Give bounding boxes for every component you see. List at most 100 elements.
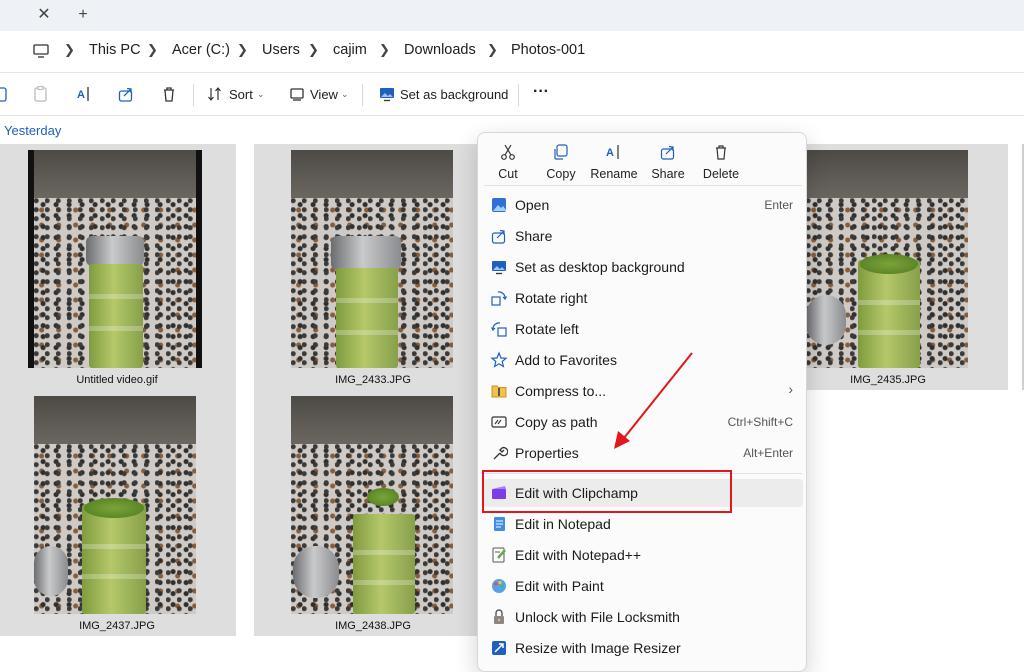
file-tile[interactable]: Untitled video.gif (0, 144, 236, 390)
chevron-down-icon: ⌄ (257, 89, 265, 99)
menu-separator (484, 185, 802, 186)
sort-button[interactable]: Sort (229, 87, 253, 102)
group-header[interactable]: Yesterday (4, 123, 61, 138)
menu-item-unlock-with-file-locksmith[interactable]: Unlock with File Locksmith (483, 603, 803, 631)
menu-item-share[interactable]: Share (483, 222, 803, 250)
rotate-left-icon (490, 320, 508, 338)
address-bar[interactable]: ❯ This PC ❯ Acer (C:) ❯ Users ❯ cajim ❯ … (0, 31, 1024, 73)
shortcut-text: Alt+Enter (743, 446, 793, 460)
file-name: Untitled video.gif (76, 374, 158, 386)
menu-label: Rotate left (515, 321, 579, 337)
breadcrumb-user[interactable]: cajim (333, 42, 367, 58)
view-button[interactable]: View (310, 87, 338, 102)
chevron-right-icon: ❯ (64, 42, 75, 57)
menu-label: Open (515, 197, 550, 213)
share-icon[interactable] (115, 83, 137, 105)
paste-icon[interactable] (30, 83, 52, 105)
thumbnail-image (28, 150, 202, 368)
close-tab-icon[interactable]: ✕ (32, 4, 56, 26)
menu-label: Share (515, 228, 553, 244)
svg-text:A: A (606, 147, 614, 159)
menu-item-edit-in-notepad[interactable]: Edit in Notepad (483, 510, 803, 538)
delete-button[interactable]: Delete (693, 141, 749, 185)
scissors-icon (499, 143, 517, 161)
menu-item-edit-with-notepad-plus-plus[interactable]: Edit with Notepad++ (483, 541, 803, 569)
desktop-image-icon (490, 258, 508, 276)
chevron-right-icon: ❯ (308, 42, 319, 57)
menu-item-edit-with-paint[interactable]: Edit with Paint (483, 572, 803, 600)
chevron-down-icon: ⌄ (341, 89, 349, 99)
rename-icon: A (605, 143, 623, 161)
monitor-icon[interactable] (32, 42, 50, 65)
menu-label: Resize with Image Resizer (515, 640, 681, 656)
sort-icon[interactable] (204, 83, 226, 105)
view-icon[interactable] (286, 83, 308, 105)
breadcrumb-this-pc[interactable]: This PC (89, 42, 141, 58)
menu-label: Edit with Notepad++ (515, 547, 642, 563)
menu-label: Copy as path (515, 414, 598, 430)
menu-label: Unlock with File Locksmith (515, 609, 680, 625)
cut-label: Cut (498, 167, 518, 181)
menu-item-rotate-right[interactable]: Rotate right (483, 284, 803, 312)
zip-folder-icon (490, 382, 508, 400)
resize-icon (490, 639, 508, 657)
cut-button[interactable]: Cut (480, 141, 536, 185)
menu-label: Edit with Paint (515, 578, 604, 594)
annotation-highlight-box (482, 470, 732, 513)
file-tile[interactable]: IMG_2437.JPG (0, 390, 236, 636)
breadcrumb-users[interactable]: Users (262, 42, 300, 58)
toolbar-divider (193, 84, 194, 106)
breadcrumb-drive[interactable]: Acer (C:) (172, 42, 230, 58)
submenu-chevron-icon: › (788, 381, 793, 397)
menu-item-open[interactable]: Open Enter (483, 191, 803, 219)
trash-icon[interactable] (158, 83, 180, 105)
set-background-icon[interactable] (376, 83, 398, 105)
cut-icon[interactable] (0, 83, 12, 105)
chevron-right-icon: ❯ (379, 42, 390, 57)
breadcrumb-current[interactable]: Photos-001 (511, 42, 585, 58)
menu-label: Compress to... (515, 383, 607, 399)
file-name: IMG_2433.JPG (335, 374, 411, 386)
toolbar-divider (518, 84, 519, 106)
rotate-right-icon (490, 289, 508, 307)
menu-item-set-desktop-background[interactable]: Set as desktop background (483, 253, 803, 281)
share-icon (490, 227, 508, 245)
file-tile[interactable]: IMG_2433.JPG (254, 144, 492, 390)
rename-icon[interactable]: A (73, 83, 95, 105)
chevron-right-icon: ❯ (237, 42, 248, 57)
shortcut-text: Enter (764, 198, 793, 212)
notepad-icon (490, 515, 508, 533)
menu-item-resize-with-image-resizer[interactable]: Resize with Image Resizer (483, 634, 803, 662)
thumbnail-image (806, 150, 968, 368)
paint-icon (490, 577, 508, 595)
copy-button[interactable]: Copy (533, 141, 589, 185)
tab-strip: ✕ + (0, 0, 1024, 31)
thumbnail-image (291, 396, 453, 614)
delete-label: Delete (702, 167, 740, 181)
chevron-right-icon: ❯ (147, 42, 158, 57)
more-options-icon[interactable]: ··· (533, 83, 549, 101)
chevron-right-icon: ❯ (487, 42, 498, 57)
menu-label: Properties (515, 445, 579, 461)
menu-item-rotate-left[interactable]: Rotate left (483, 315, 803, 343)
breadcrumb-downloads[interactable]: Downloads (404, 42, 476, 58)
menu-label: Edit in Notepad (515, 516, 611, 532)
shortcut-text: Ctrl+Shift+C (727, 415, 793, 429)
image-icon (490, 196, 508, 214)
share-button[interactable]: Share (640, 141, 696, 185)
file-tile[interactable]: IMG_2438.JPG (254, 390, 492, 636)
trash-icon (712, 143, 730, 161)
command-bar: A Sort ⌄ View ⌄ Set as background ··· (0, 74, 1024, 116)
rename-label: Rename (590, 167, 638, 181)
toolbar-divider (362, 84, 363, 106)
share-label: Share (651, 167, 685, 181)
menu-label: Set as desktop background (515, 259, 685, 275)
star-icon (490, 351, 508, 369)
copy-label: Copy (546, 167, 576, 181)
new-tab-icon[interactable]: + (71, 4, 95, 26)
set-as-background-button[interactable]: Set as background (400, 87, 508, 102)
menu-label: Rotate right (515, 290, 588, 306)
copy-icon (552, 143, 570, 161)
rename-button[interactable]: A Rename (586, 141, 642, 185)
svg-text:A: A (77, 89, 85, 101)
